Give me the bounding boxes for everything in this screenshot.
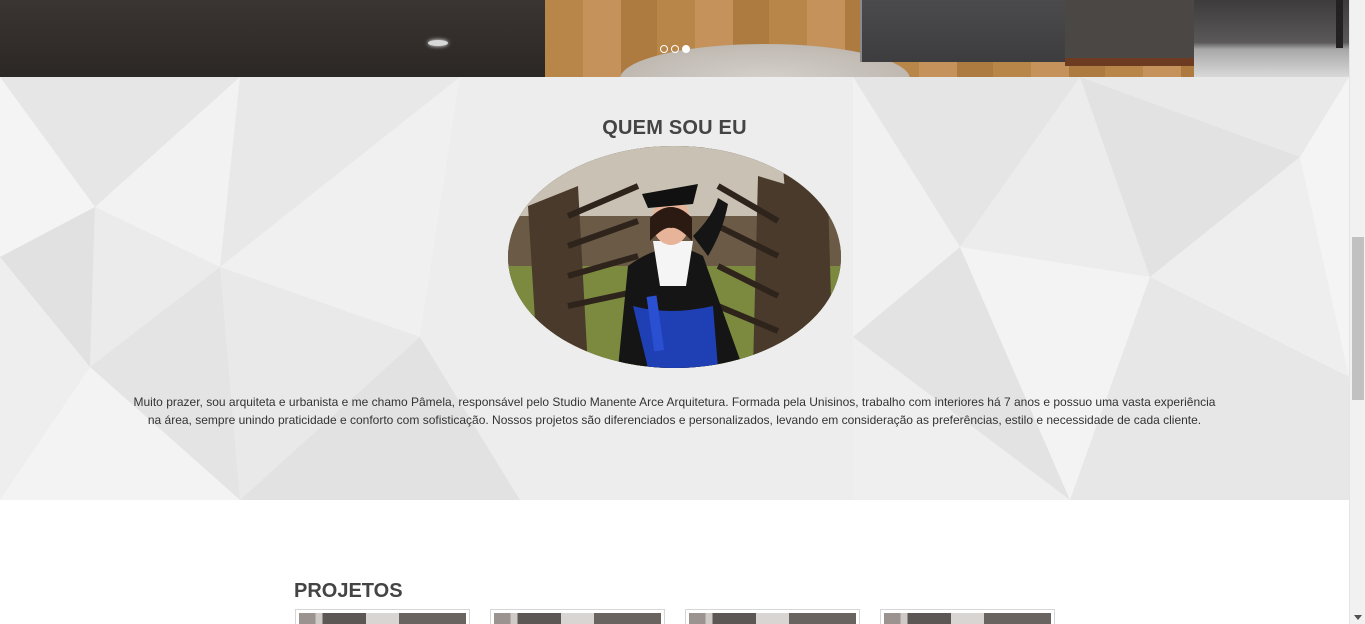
hero-lamp-light	[428, 40, 448, 46]
slider-dots	[660, 45, 690, 53]
project-image	[299, 613, 466, 624]
slider-dot-3[interactable]	[682, 45, 690, 53]
hero-panel-edge	[1336, 0, 1343, 48]
scroll-down-arrow-icon[interactable]	[1354, 615, 1362, 620]
slider-dot-1[interactable]	[660, 45, 668, 53]
project-thumbnail[interactable]	[880, 609, 1055, 624]
hero-cabinet-right	[1065, 0, 1194, 66]
person-portrait-icon	[508, 146, 841, 368]
project-image	[884, 613, 1051, 624]
project-thumbnail[interactable]	[685, 609, 860, 624]
about-section: QUEM SOU EU Muito prazer, sou arquiteta …	[0, 77, 1349, 500]
project-image	[494, 613, 661, 624]
about-description: Muito prazer, sou arquiteta e urbanista …	[133, 395, 1216, 427]
slider-dot-2[interactable]	[671, 45, 679, 53]
project-thumbnail[interactable]	[295, 609, 470, 624]
hero-next-slide-preview	[1194, 0, 1349, 77]
page-scrollbar[interactable]	[1349, 0, 1365, 624]
scrollbar-thumb[interactable]	[1352, 237, 1364, 400]
hero-slide-wall	[0, 0, 545, 77]
projects-title: PROJETOS	[294, 580, 403, 602]
project-image	[689, 613, 856, 624]
hero-cabinet	[860, 0, 1070, 62]
hero-slider	[0, 0, 1349, 77]
about-title: QUEM SOU EU	[602, 117, 747, 139]
projects-gallery	[295, 609, 1055, 624]
project-thumbnail[interactable]	[490, 609, 665, 624]
